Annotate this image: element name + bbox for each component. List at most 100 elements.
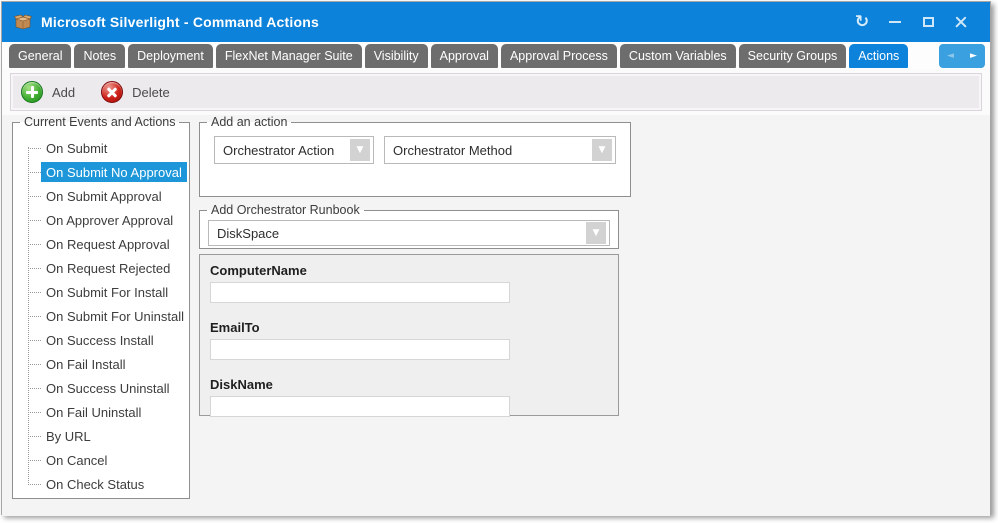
tree-connector <box>28 340 41 341</box>
events-tree-panel: Current Events and Actions On SubmitOn S… <box>12 115 190 499</box>
tab-security-groups[interactable]: Security Groups <box>739 44 847 68</box>
field-emailto: EmailTo <box>210 320 608 360</box>
delete-icon <box>101 81 123 103</box>
add-action-panel: Add an action Orchestrator Action ▼ Orch… <box>199 115 631 197</box>
action-combo-row: Orchestrator Action ▼ Orchestrator Metho… <box>200 129 630 171</box>
tab-flexnet-manager-suite[interactable]: FlexNet Manager Suite <box>216 44 362 68</box>
minimize-button[interactable] <box>886 13 904 31</box>
package-icon <box>14 14 32 30</box>
diskname-input[interactable] <box>210 396 510 417</box>
tree-item-label: On Fail Uninstall <box>41 402 146 422</box>
tree-item-label: On Check Status <box>41 474 149 494</box>
tree-connector <box>28 412 41 413</box>
tree-item-on-submit-approval[interactable]: On Submit Approval <box>28 184 189 208</box>
tree-connector <box>28 244 41 245</box>
delete-button[interactable]: Delete <box>101 81 170 103</box>
tree-item-on-submit-no-approval[interactable]: On Submit No Approval <box>28 160 189 184</box>
tree-connector <box>28 460 41 461</box>
tree-item-on-request-approval[interactable]: On Request Approval <box>28 232 189 256</box>
orchestrator-action-value: Orchestrator Action <box>215 143 347 158</box>
tree-item-on-submit[interactable]: On Submit <box>28 136 189 160</box>
tree-item-label: By URL <box>41 426 96 446</box>
tab-visibility[interactable]: Visibility <box>365 44 428 68</box>
tab-scroll-left-icon[interactable]: ◄ <box>947 52 954 61</box>
action-column: Add an action Orchestrator Action ▼ Orch… <box>199 115 619 416</box>
tree-item-on-check-status[interactable]: On Check Status <box>28 472 189 496</box>
tab-actions[interactable]: Actions <box>849 44 908 68</box>
emailto-input[interactable] <box>210 339 510 360</box>
tree-item-label: On Approver Approval <box>41 210 178 230</box>
tree-item-on-cancel[interactable]: On Cancel <box>28 448 189 472</box>
field-label-diskname: DiskName <box>210 377 608 392</box>
add-action-legend: Add an action <box>207 115 291 129</box>
add-icon <box>21 81 43 103</box>
close-button[interactable] <box>952 13 970 31</box>
toolbar-region: Add Delete <box>2 69 990 115</box>
dropdown-arrow-button[interactable]: ▼ <box>586 222 606 244</box>
tab-bar: GeneralNotesDeploymentFlexNet Manager Su… <box>2 42 990 69</box>
tree-connector <box>28 196 41 197</box>
tab-deployment[interactable]: Deployment <box>128 44 213 68</box>
main-content: Current Events and Actions On SubmitOn S… <box>2 115 990 516</box>
maximize-button[interactable] <box>919 13 937 31</box>
orchestrator-action-select[interactable]: Orchestrator Action ▼ <box>214 136 374 164</box>
tab-scroll-control[interactable]: ◄ ► <box>939 44 985 68</box>
tree-item-on-success-uninstall[interactable]: On Success Uninstall <box>28 376 189 400</box>
refresh-button[interactable]: ↻ <box>853 13 871 31</box>
tree-connector <box>28 220 41 221</box>
tab-general[interactable]: General <box>9 44 71 68</box>
orchestrator-method-select[interactable]: Orchestrator Method ▼ <box>384 136 616 164</box>
tree-connector <box>28 388 41 389</box>
tree-item-label: On Success Uninstall <box>41 378 175 398</box>
app-window: Microsoft Silverlight - Command Actions … <box>1 1 991 515</box>
tree-item-on-success-install[interactable]: On Success Install <box>28 328 189 352</box>
tree-item-by-url[interactable]: By URL <box>28 424 189 448</box>
runbook-value: DiskSpace <box>209 226 583 241</box>
field-diskname: DiskName <box>210 377 608 417</box>
tree-item-on-fail-uninstall[interactable]: On Fail Uninstall <box>28 400 189 424</box>
tab-approval[interactable]: Approval <box>431 44 498 68</box>
tab-notes[interactable]: Notes <box>74 44 125 68</box>
dropdown-arrow-button[interactable]: ▼ <box>592 139 612 161</box>
title-bar: Microsoft Silverlight - Command Actions … <box>2 2 990 42</box>
minimize-icon <box>889 21 901 23</box>
runbook-panel: Add Orchestrator Runbook DiskSpace ▼ <box>199 203 619 249</box>
tree-item-on-approver-approval[interactable]: On Approver Approval <box>28 208 189 232</box>
tab-custom-variables[interactable]: Custom Variables <box>620 44 736 68</box>
tree-item-label: On Fail Install <box>41 354 130 374</box>
tree-connector <box>28 292 41 293</box>
delete-button-label: Delete <box>132 85 170 100</box>
tree-item-label: On Success Install <box>41 330 159 350</box>
tree-item-label: On Submit For Install <box>41 282 173 302</box>
add-button[interactable]: Add <box>21 81 75 103</box>
tree-connector <box>28 316 41 317</box>
add-button-label: Add <box>52 85 75 100</box>
chevron-down-icon: ▼ <box>593 228 600 238</box>
tree-item-on-request-rejected[interactable]: On Request Rejected <box>28 256 189 280</box>
computername-input[interactable] <box>210 282 510 303</box>
field-label-emailto: EmailTo <box>210 320 608 335</box>
dropdown-arrow-button[interactable]: ▼ <box>350 139 370 161</box>
tab-approval-process[interactable]: Approval Process <box>501 44 617 68</box>
tree-connector <box>28 268 41 269</box>
tree-item-label: On Submit Approval <box>41 186 167 206</box>
tab-scroll-right-icon[interactable]: ► <box>970 52 977 61</box>
tree-connector <box>28 172 41 173</box>
runbook-legend: Add Orchestrator Runbook <box>207 203 364 217</box>
tree-item-label: On Request Approval <box>41 234 175 254</box>
tree-item-on-submit-for-install[interactable]: On Submit For Install <box>28 280 189 304</box>
tree-item-label: On Cancel <box>41 450 112 470</box>
tree-item-on-submit-for-uninstall[interactable]: On Submit For Uninstall <box>28 304 189 328</box>
window-title: Microsoft Silverlight - Command Actions <box>41 14 319 30</box>
maximize-icon <box>923 17 934 27</box>
tree-item-on-fail-install[interactable]: On Fail Install <box>28 352 189 376</box>
toolbar: Add Delete <box>10 73 982 111</box>
orchestrator-method-value: Orchestrator Method <box>385 143 589 158</box>
runbook-select[interactable]: DiskSpace ▼ <box>208 220 610 246</box>
tree-item-label: On Request Rejected <box>41 258 175 278</box>
tree-item-label: On Submit No Approval <box>41 162 187 182</box>
tree-item-label: On Submit For Uninstall <box>41 306 189 326</box>
tree-connector <box>28 484 41 485</box>
runbook-params-panel: ComputerNameEmailToDiskName <box>199 254 619 416</box>
tree-item-label: On Submit <box>41 138 112 158</box>
